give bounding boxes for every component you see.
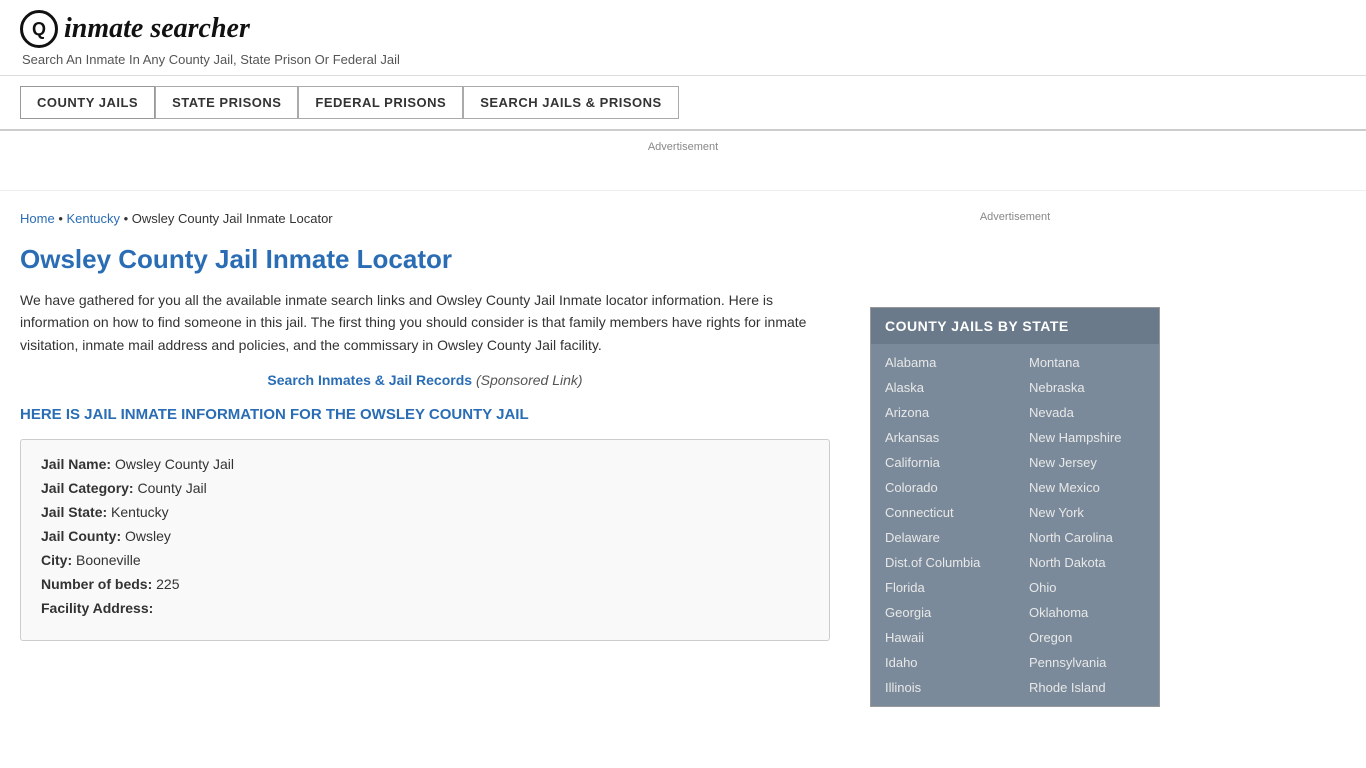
sidebar-ad: Advertisement bbox=[870, 211, 1160, 291]
main-nav: COUNTY JAILS STATE PRISONS FEDERAL PRISO… bbox=[0, 76, 1366, 131]
main-layout: Home • Kentucky • Owsley County Jail Inm… bbox=[0, 191, 1366, 727]
sidebar-ad-label: Advertisement bbox=[980, 211, 1050, 223]
jail-county-value: Owsley bbox=[125, 528, 171, 544]
state-item[interactable]: Nevada bbox=[1015, 400, 1159, 425]
state-item[interactable]: New Jersey bbox=[1015, 450, 1159, 475]
info-box: Jail Name: Owsley County Jail Jail Categ… bbox=[20, 439, 830, 641]
ad-label: Advertisement bbox=[648, 141, 718, 153]
logo-area: Q inmate searcher bbox=[20, 10, 1346, 48]
nav-search-jails[interactable]: SEARCH JAILS & PRISONS bbox=[463, 86, 678, 119]
logo-icon: Q bbox=[20, 10, 58, 48]
jail-name-label: Jail Name: bbox=[41, 456, 111, 472]
jail-category-row: Jail Category: County Jail bbox=[41, 480, 809, 496]
state-item[interactable]: Montana bbox=[1015, 350, 1159, 375]
address-label: Facility Address: bbox=[41, 600, 153, 616]
state-item[interactable]: Arkansas bbox=[871, 425, 1015, 450]
sidebar: Advertisement COUNTY JAILS BY STATE Alab… bbox=[850, 191, 1160, 727]
jail-category-value: County Jail bbox=[137, 480, 206, 496]
section-heading: HERE IS JAIL INMATE INFORMATION FOR THE … bbox=[20, 406, 830, 423]
state-item[interactable]: Pennsylvania bbox=[1015, 650, 1159, 675]
state-item[interactable]: Colorado bbox=[871, 475, 1015, 500]
main-content: Home • Kentucky • Owsley County Jail Inm… bbox=[20, 191, 850, 727]
state-item[interactable]: Ohio bbox=[1015, 575, 1159, 600]
state-item[interactable]: Hawaii bbox=[871, 625, 1015, 650]
state-item[interactable]: North Dakota bbox=[1015, 550, 1159, 575]
jail-name-value: Owsley County Jail bbox=[115, 456, 234, 472]
state-box: COUNTY JAILS BY STATE AlabamaAlaskaArizo… bbox=[870, 307, 1160, 707]
state-column-right: MontanaNebraskaNevadaNew HampshireNew Je… bbox=[1015, 350, 1159, 700]
state-item[interactable]: Illinois bbox=[871, 675, 1015, 700]
state-item[interactable]: North Carolina bbox=[1015, 525, 1159, 550]
state-item[interactable]: Georgia bbox=[871, 600, 1015, 625]
ad-banner: Advertisement bbox=[0, 131, 1366, 191]
state-column-left: AlabamaAlaskaArizonaArkansasCaliforniaCo… bbox=[871, 350, 1015, 700]
beds-label: Number of beds: bbox=[41, 576, 152, 592]
state-item[interactable]: New Hampshire bbox=[1015, 425, 1159, 450]
nav-federal-prisons[interactable]: FEDERAL PRISONS bbox=[298, 86, 463, 119]
beds-value: 225 bbox=[156, 576, 179, 592]
jail-state-row: Jail State: Kentucky bbox=[41, 504, 809, 520]
state-item[interactable]: Connecticut bbox=[871, 500, 1015, 525]
state-item[interactable]: Dist.of Columbia bbox=[871, 550, 1015, 575]
city-value: Booneville bbox=[76, 552, 141, 568]
state-item[interactable]: California bbox=[871, 450, 1015, 475]
logo-text[interactable]: inmate searcher bbox=[64, 13, 250, 45]
nav-state-prisons[interactable]: STATE PRISONS bbox=[155, 86, 298, 119]
state-item[interactable]: Alaska bbox=[871, 375, 1015, 400]
state-item[interactable]: Oklahoma bbox=[1015, 600, 1159, 625]
state-item[interactable]: Arizona bbox=[871, 400, 1015, 425]
nav-county-jails[interactable]: COUNTY JAILS bbox=[20, 86, 155, 119]
breadcrumb-current: Owsley County Jail Inmate Locator bbox=[132, 211, 333, 226]
breadcrumb-separator: • bbox=[124, 211, 132, 226]
jail-name-row: Jail Name: Owsley County Jail bbox=[41, 456, 809, 472]
city-label: City: bbox=[41, 552, 72, 568]
state-item[interactable]: Nebraska bbox=[1015, 375, 1159, 400]
state-item[interactable]: Alabama bbox=[871, 350, 1015, 375]
jail-county-label: Jail County: bbox=[41, 528, 121, 544]
description: We have gathered for you all the availab… bbox=[20, 289, 830, 356]
jail-county-row: Jail County: Owsley bbox=[41, 528, 809, 544]
city-row: City: Booneville bbox=[41, 552, 809, 568]
state-item[interactable]: Oregon bbox=[1015, 625, 1159, 650]
jail-category-label: Jail Category: bbox=[41, 480, 134, 496]
state-item[interactable]: Florida bbox=[871, 575, 1015, 600]
jail-state-value: Kentucky bbox=[111, 504, 169, 520]
breadcrumb-state[interactable]: Kentucky bbox=[66, 211, 119, 226]
state-item[interactable]: Idaho bbox=[871, 650, 1015, 675]
state-grid: AlabamaAlaskaArizonaArkansasCaliforniaCo… bbox=[871, 344, 1159, 706]
tagline: Search An Inmate In Any County Jail, Sta… bbox=[22, 52, 1346, 67]
state-item[interactable]: New York bbox=[1015, 500, 1159, 525]
jail-state-label: Jail State: bbox=[41, 504, 107, 520]
page-title: Owsley County Jail Inmate Locator bbox=[20, 244, 830, 275]
state-item[interactable]: Rhode Island bbox=[1015, 675, 1159, 700]
state-item[interactable]: Delaware bbox=[871, 525, 1015, 550]
breadcrumb-home[interactable]: Home bbox=[20, 211, 55, 226]
address-row: Facility Address: bbox=[41, 600, 809, 616]
sponsored-link-area: Search Inmates & Jail Records (Sponsored… bbox=[20, 372, 830, 388]
sponsored-label: (Sponsored Link) bbox=[476, 372, 583, 388]
breadcrumb: Home • Kentucky • Owsley County Jail Inm… bbox=[20, 211, 830, 226]
beds-row: Number of beds: 225 bbox=[41, 576, 809, 592]
sponsored-link[interactable]: Search Inmates & Jail Records bbox=[267, 372, 472, 388]
state-box-title: COUNTY JAILS BY STATE bbox=[871, 308, 1159, 344]
site-header: Q inmate searcher Search An Inmate In An… bbox=[0, 0, 1366, 76]
state-item[interactable]: New Mexico bbox=[1015, 475, 1159, 500]
